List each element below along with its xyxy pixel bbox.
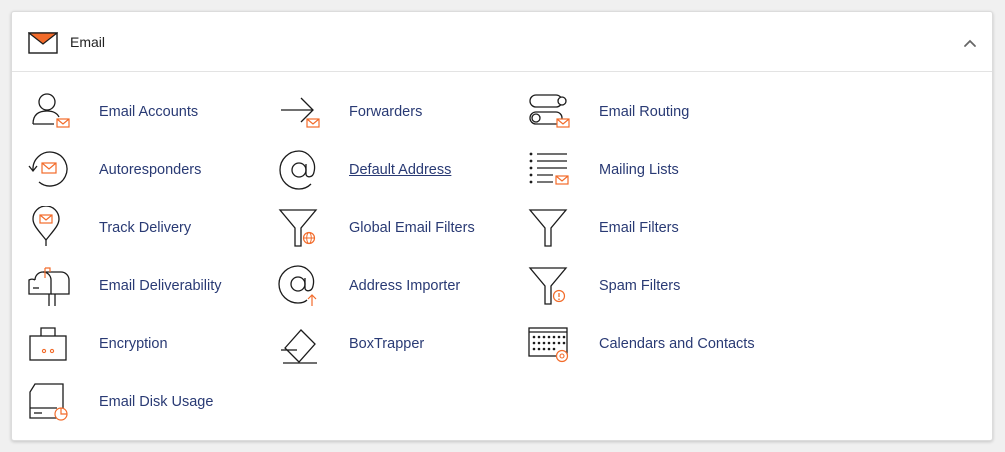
forwarders-link[interactable]: Forwarders: [277, 90, 517, 134]
item-label: Autoresponders: [99, 162, 202, 178]
section-title: Email: [70, 34, 106, 50]
item-label: Forwarders: [349, 104, 423, 120]
email-accounts-icon: [32, 93, 70, 128]
track-delivery-icon: [32, 206, 60, 246]
item-label: Track Delivery: [99, 220, 192, 236]
email-deliverability-icon: [28, 267, 70, 306]
email-disk-usage-icon: [29, 383, 68, 421]
mailing-lists-link[interactable]: Mailing Lists: [527, 148, 767, 192]
track-delivery-link[interactable]: Track Delivery: [27, 206, 267, 250]
calendars-contacts-link[interactable]: Calendars and Contacts: [527, 322, 767, 366]
spam-filters-icon: [528, 267, 568, 305]
calendars-contacts-icon: [528, 327, 569, 363]
boxtrapper-link[interactable]: BoxTrapper: [277, 322, 517, 366]
item-label: Email Accounts: [99, 104, 199, 120]
item-label: Email Routing: [599, 104, 690, 120]
item-label: Email Disk Usage: [99, 394, 214, 410]
item-label: Spam Filters: [599, 278, 681, 294]
email-section-panel: Email Email Accounts Forwarders Email Ro…: [11, 11, 993, 441]
section-header[interactable]: Email: [12, 12, 992, 72]
mailing-lists-icon: [529, 152, 569, 185]
chevron-up-icon[interactable]: [962, 36, 978, 50]
item-label: Mailing Lists: [599, 162, 679, 178]
forwarders-icon: [281, 97, 320, 128]
email-routing-link[interactable]: Email Routing: [527, 90, 767, 134]
boxtrapper-icon: [281, 329, 317, 364]
item-label: Global Email Filters: [349, 220, 475, 236]
item-label: Address Importer: [349, 278, 461, 294]
email-filters-icon: [528, 209, 568, 247]
email-deliverability-link[interactable]: Email Deliverability: [27, 264, 267, 308]
item-label: Email Filters: [599, 220, 679, 236]
email-filters-link[interactable]: Email Filters: [527, 206, 767, 250]
global-email-filters-link[interactable]: Global Email Filters: [277, 206, 517, 250]
envelope-icon: [28, 32, 58, 54]
address-importer-link[interactable]: Address Importer: [277, 264, 517, 308]
item-label: BoxTrapper: [349, 336, 425, 352]
encryption-icon: [29, 327, 67, 361]
email-routing-icon: [529, 94, 570, 128]
default-address-icon: [279, 150, 316, 190]
address-importer-icon: [278, 265, 317, 306]
email-tools-grid: Email Accounts Forwarders Email Routing: [12, 72, 992, 442]
global-email-filters-icon: [278, 209, 318, 247]
default-address-link[interactable]: Default Address: [277, 148, 517, 192]
item-label: Email Deliverability: [99, 278, 222, 294]
email-disk-usage-link[interactable]: Email Disk Usage: [27, 380, 267, 424]
item-label: Encryption: [99, 336, 168, 352]
item-label: Default Address: [349, 162, 452, 178]
item-label: Calendars and Contacts: [599, 336, 755, 352]
encryption-link[interactable]: Encryption: [27, 322, 267, 366]
spam-filters-link[interactable]: Spam Filters: [527, 264, 767, 308]
autoresponders-link[interactable]: Autoresponders: [27, 148, 267, 192]
autoresponders-icon: [28, 151, 68, 187]
email-accounts-link[interactable]: Email Accounts: [27, 90, 267, 134]
